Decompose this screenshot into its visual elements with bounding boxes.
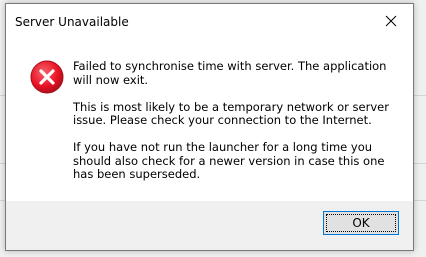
dialog-title: Server Unavailable — [15, 15, 129, 29]
dialog-content: Failed to synchronise time with server. … — [6, 37, 413, 201]
message-line-1: Failed to synchronise time with server. … — [73, 59, 387, 87]
message-body: Failed to synchronise time with server. … — [73, 59, 403, 195]
close-button[interactable] — [368, 4, 413, 37]
server-unavailable-dialog: Server Unavailable Failed to synchronise… — [5, 3, 414, 251]
close-icon — [385, 15, 396, 26]
error-icon — [30, 60, 64, 94]
title-bar[interactable]: Server Unavailable — [6, 4, 413, 37]
ok-button[interactable]: OK — [323, 211, 399, 235]
ok-button-label: OK — [352, 216, 370, 230]
dialog-footer: OK — [6, 201, 413, 250]
message-line-2: This is most likely to be a temporary ne… — [73, 99, 389, 127]
message-line-3: If you have not run the launcher for a l… — [73, 140, 385, 181]
